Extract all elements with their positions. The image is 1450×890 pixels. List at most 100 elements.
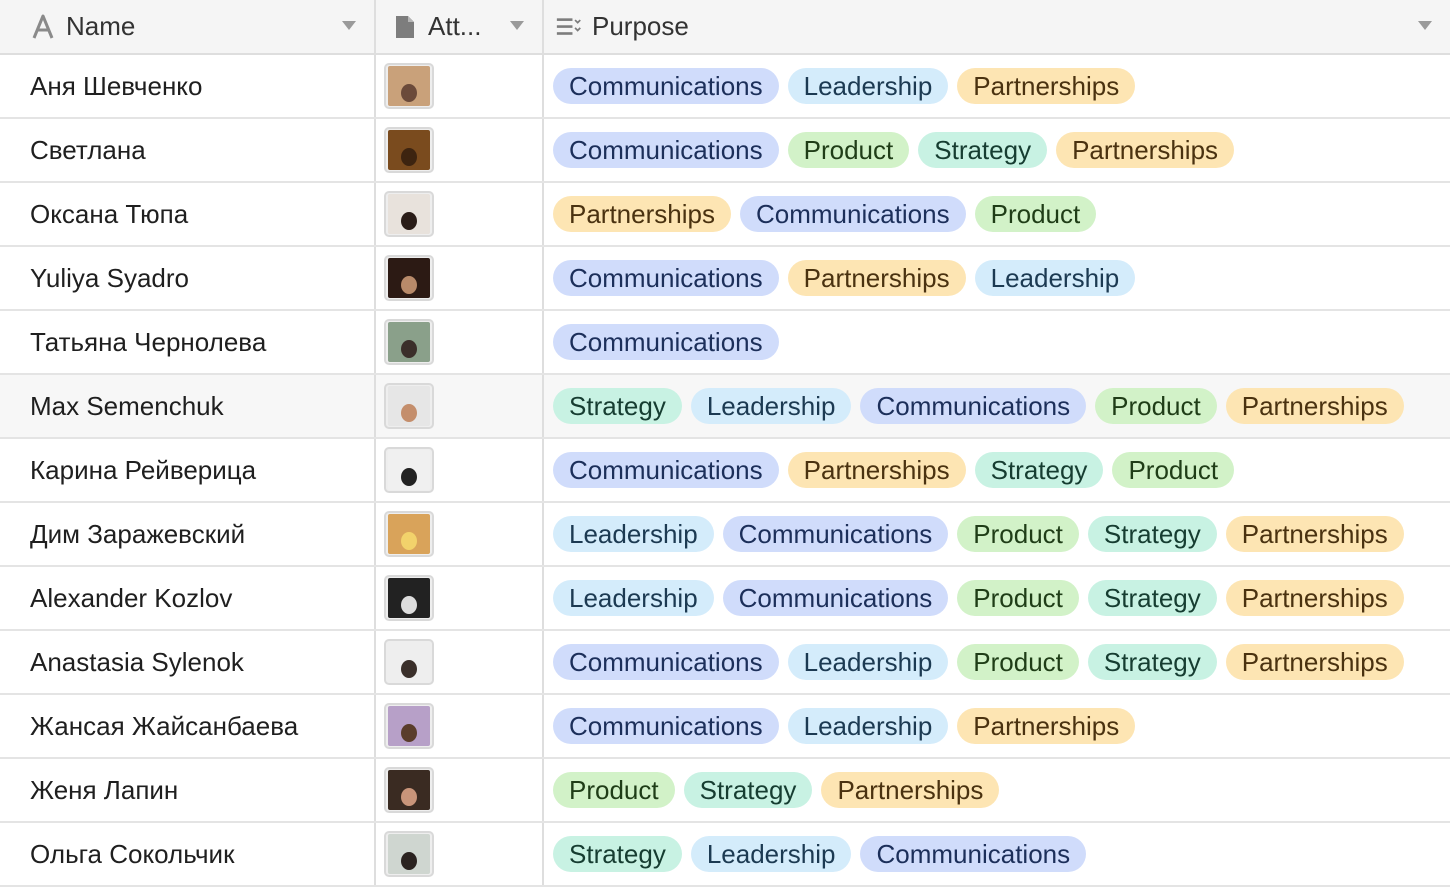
table-row[interactable]: Татьяна Чернолева Communications xyxy=(0,311,1450,375)
attachment-cell[interactable] xyxy=(376,183,544,245)
photo-image xyxy=(388,66,430,106)
table-row[interactable]: Оксана Тюпа Partnerships Communications Pro… xyxy=(0,183,1450,247)
name-cell[interactable]: Карина Рейверица xyxy=(0,439,376,501)
purpose-tag: Strategy xyxy=(1087,580,1217,616)
purpose-cell[interactable]: Strategy Leadership Communications Product P… xyxy=(544,375,1450,437)
table-row[interactable]: Карина Рейверица Communications Partnershi… xyxy=(0,439,1450,503)
purpose-cell[interactable]: Communications xyxy=(544,311,1450,373)
purpose-cell[interactable]: Communications Leadership Partnerships xyxy=(544,695,1450,757)
purpose-cell[interactable]: Leadership Communications Product Strategy P… xyxy=(544,503,1450,565)
photo-image xyxy=(388,514,430,554)
attachment-cell[interactable] xyxy=(376,375,544,437)
name-column-header[interactable]: Name xyxy=(0,0,376,53)
purpose-cell[interactable]: Communications Leadership Product Strategy P… xyxy=(544,631,1450,693)
purpose-cell[interactable]: Communications Product Strategy Partnership… xyxy=(544,119,1450,181)
table-row[interactable]: Yuliya Syadro Communications Partnerships L… xyxy=(0,247,1450,311)
table-row[interactable]: Светлана Communications Product Strategy Par… xyxy=(0,119,1450,183)
photo-image xyxy=(388,642,430,682)
purpose-cell[interactable]: Partnerships Communications Product xyxy=(544,183,1450,245)
purpose-column-header[interactable]: Purpose xyxy=(544,0,1450,53)
purpose-tag: Communications xyxy=(722,516,949,552)
name-cell[interactable]: Alexander Kozlov xyxy=(0,567,376,629)
table-row[interactable]: Ольга Сокольчик Strategy Leadership Communi… xyxy=(0,823,1450,887)
chevron-down-icon[interactable] xyxy=(510,21,524,30)
attachment-thumbnail[interactable] xyxy=(384,319,434,365)
attachment-thumbnail[interactable] xyxy=(384,831,434,877)
attachment-thumbnail[interactable] xyxy=(384,767,434,813)
purpose-tag: Communications xyxy=(553,644,779,680)
attachment-thumbnail[interactable] xyxy=(384,639,434,685)
attachment-cell[interactable] xyxy=(376,55,544,117)
attachment-thumbnail[interactable] xyxy=(384,447,434,493)
attachment-cell[interactable] xyxy=(376,823,544,885)
purpose-tag: Communications xyxy=(553,452,779,488)
purpose-cell[interactable]: Communications Leadership Partnerships xyxy=(544,55,1450,117)
multiselect-icon xyxy=(556,14,582,40)
table-row[interactable]: Жансая Жайсанбаева Communications Leadersh… xyxy=(0,695,1450,759)
name-cell[interactable]: Yuliya Syadro xyxy=(0,247,376,309)
purpose-tag: Partnerships xyxy=(1225,644,1404,680)
photo-image xyxy=(388,706,430,746)
name-cell[interactable]: Anastasia Sylenok xyxy=(0,631,376,693)
table-row[interactable]: Дим Заражевский Leadership Communications P… xyxy=(0,503,1450,567)
attachment-thumbnail[interactable] xyxy=(384,383,434,429)
name-cell[interactable]: Жансая Жайсанбаева xyxy=(0,695,376,757)
purpose-tag: Product xyxy=(787,132,910,168)
purpose-cell[interactable]: Strategy Leadership Communications xyxy=(544,823,1450,885)
name-cell[interactable]: Татьяна Чернолева xyxy=(0,311,376,373)
table-row[interactable]: Женя Лапин Product Strategy Partnerships xyxy=(0,759,1450,823)
name-cell[interactable]: Женя Лапин xyxy=(0,759,376,821)
attachment-thumbnail[interactable] xyxy=(384,127,434,173)
attachment-cell[interactable] xyxy=(376,631,544,693)
purpose-cell[interactable]: Leadership Communications Product Strategy P… xyxy=(544,567,1450,629)
table-row[interactable]: Max Semenchuk Strategy Leadership Communica… xyxy=(0,375,1450,439)
table-row[interactable]: Аня Шевченко Communications Leadership Part… xyxy=(0,55,1450,119)
purpose-cell[interactable]: Communications Partnerships Strategy Produc… xyxy=(544,439,1450,501)
photo-image xyxy=(388,130,430,170)
chevron-down-icon[interactable] xyxy=(1418,21,1432,30)
purpose-tag: Partnerships xyxy=(1225,388,1404,424)
photo-image xyxy=(388,258,430,298)
attachment-thumbnail[interactable] xyxy=(384,703,434,749)
attachment-cell[interactable] xyxy=(376,119,544,181)
attachment-cell[interactable] xyxy=(376,311,544,373)
attachment-cell[interactable] xyxy=(376,439,544,501)
name-cell[interactable]: Max Semenchuk xyxy=(0,375,376,437)
purpose-tag: Strategy xyxy=(1087,644,1217,680)
attachment-cell[interactable] xyxy=(376,695,544,757)
purpose-tag: Product xyxy=(974,196,1097,232)
attachment-cell[interactable] xyxy=(376,503,544,565)
text-field-icon xyxy=(30,14,56,40)
attachment-thumbnail[interactable] xyxy=(384,63,434,109)
photo-image xyxy=(388,770,430,810)
table-row[interactable]: Alexander Kozlov Leadership Communications… xyxy=(0,567,1450,631)
attachment-column-header[interactable]: Att... xyxy=(376,0,544,53)
purpose-tag: Leadership xyxy=(787,68,949,104)
name-cell[interactable]: Ольга Сокольчик xyxy=(0,823,376,885)
name-cell[interactable]: Светлана xyxy=(0,119,376,181)
attachment-thumbnail[interactable] xyxy=(384,511,434,557)
purpose-cell[interactable]: Communications Partnerships Leadership xyxy=(544,247,1450,309)
purpose-tag: Leadership xyxy=(787,708,949,744)
purpose-tag: Communications xyxy=(553,708,779,744)
file-icon xyxy=(392,14,418,40)
attachment-thumbnail[interactable] xyxy=(384,255,434,301)
purpose-tag: Partnerships xyxy=(1225,516,1404,552)
attachment-cell[interactable] xyxy=(376,567,544,629)
attachment-cell[interactable] xyxy=(376,759,544,821)
attachment-thumbnail[interactable] xyxy=(384,191,434,237)
photo-image xyxy=(388,834,430,874)
purpose-cell[interactable]: Product Strategy Partnerships xyxy=(544,759,1450,821)
attachment-thumbnail[interactable] xyxy=(384,575,434,621)
purpose-tag: Partnerships xyxy=(957,708,1136,744)
name-cell[interactable]: Аня Шевченко xyxy=(0,55,376,117)
photo-image xyxy=(388,578,430,618)
purpose-tag: Product xyxy=(553,772,675,808)
name-cell[interactable]: Дим Заражевский xyxy=(0,503,376,565)
name-cell[interactable]: Оксана Тюпа xyxy=(0,183,376,245)
table-row[interactable]: Anastasia Sylenok Communications Leadershi… xyxy=(0,631,1450,695)
person-silhouette xyxy=(401,468,417,486)
attachment-cell[interactable] xyxy=(376,247,544,309)
chevron-down-icon[interactable] xyxy=(342,21,356,30)
purpose-tag: Leadership xyxy=(787,644,949,680)
